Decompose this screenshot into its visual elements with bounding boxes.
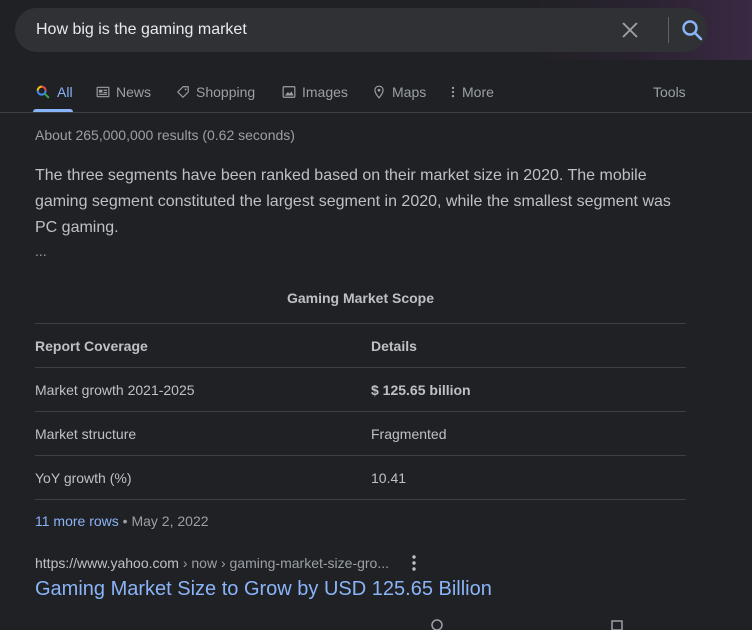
search-icon[interactable] xyxy=(680,18,704,42)
table-cell: Market growth 2021-2025 xyxy=(35,382,195,398)
featured-snippet-text: The three segments have been ranked base… xyxy=(35,167,671,236)
tab-label: Shopping xyxy=(196,84,256,100)
more-rows-line: 11 more rows • May 2, 2022 xyxy=(35,513,209,529)
table-header-cell: Details xyxy=(371,338,417,354)
table-rule xyxy=(35,367,686,368)
tabs-divider xyxy=(0,112,752,113)
tools-button[interactable]: Tools xyxy=(653,72,686,112)
clear-search-icon[interactable] xyxy=(619,19,641,41)
feedback-flag-icon[interactable] xyxy=(610,618,624,630)
snippet-date: May 2, 2022 xyxy=(131,513,209,529)
more-rows-link[interactable]: 11 more rows xyxy=(35,513,119,529)
tab-label: All xyxy=(57,84,73,100)
search-input[interactable] xyxy=(36,8,596,52)
table-cell: Market structure xyxy=(35,426,137,442)
tab-images[interactable]: Images xyxy=(282,72,348,112)
table-caption: Gaming Market Scope xyxy=(286,290,435,306)
map-pin-icon xyxy=(374,85,384,99)
tab-label: Images xyxy=(302,84,348,100)
result-options-icon[interactable] xyxy=(408,554,420,572)
table-header-cell: Report Coverage xyxy=(35,338,148,354)
result-url-domain: https://www.yahoo.com xyxy=(35,555,179,571)
tab-maps[interactable]: Maps xyxy=(372,72,426,112)
search-tabs: All News Shopping Images Maps More Tools xyxy=(0,72,752,112)
table-cell: 10.41 xyxy=(371,470,407,486)
table-cell: Fragmented xyxy=(371,426,447,442)
search-icon xyxy=(36,85,50,99)
table-cell: $ 125.65 billion xyxy=(371,382,471,398)
table-rule xyxy=(35,411,686,412)
tab-more[interactable]: More xyxy=(450,72,494,112)
tab-label: More xyxy=(462,84,494,100)
table-rule xyxy=(35,499,686,500)
news-icon xyxy=(96,86,110,98)
tab-news[interactable]: News xyxy=(96,72,151,112)
search-box[interactable] xyxy=(15,8,707,52)
result-url[interactable]: https://www.yahoo.com › now › gaming-mar… xyxy=(35,555,389,571)
feedback-icon[interactable] xyxy=(430,618,444,630)
result-title-link[interactable]: Gaming Market Size to Grow by USD 125.65… xyxy=(35,578,492,601)
table-rule xyxy=(35,323,686,324)
tab-label: Maps xyxy=(392,84,427,100)
table-cell: YoY growth (%) xyxy=(35,470,132,486)
snippet-ellipsis: ... xyxy=(35,243,47,259)
tab-label: News xyxy=(116,84,152,100)
tag-icon xyxy=(177,86,189,98)
search-divider xyxy=(668,17,669,43)
tab-shopping[interactable]: Shopping xyxy=(176,72,255,112)
top-bar xyxy=(0,0,752,60)
tab-all[interactable]: All xyxy=(35,72,73,112)
result-stats: About 265,000,000 results (0.62 seconds) xyxy=(35,127,295,143)
image-icon xyxy=(282,86,296,98)
tools-label: Tools xyxy=(653,84,686,100)
table-rule xyxy=(35,455,686,456)
vertical-dots-icon xyxy=(451,86,455,98)
result-url-path: › now › gaming-market-size-gro... xyxy=(178,555,390,571)
